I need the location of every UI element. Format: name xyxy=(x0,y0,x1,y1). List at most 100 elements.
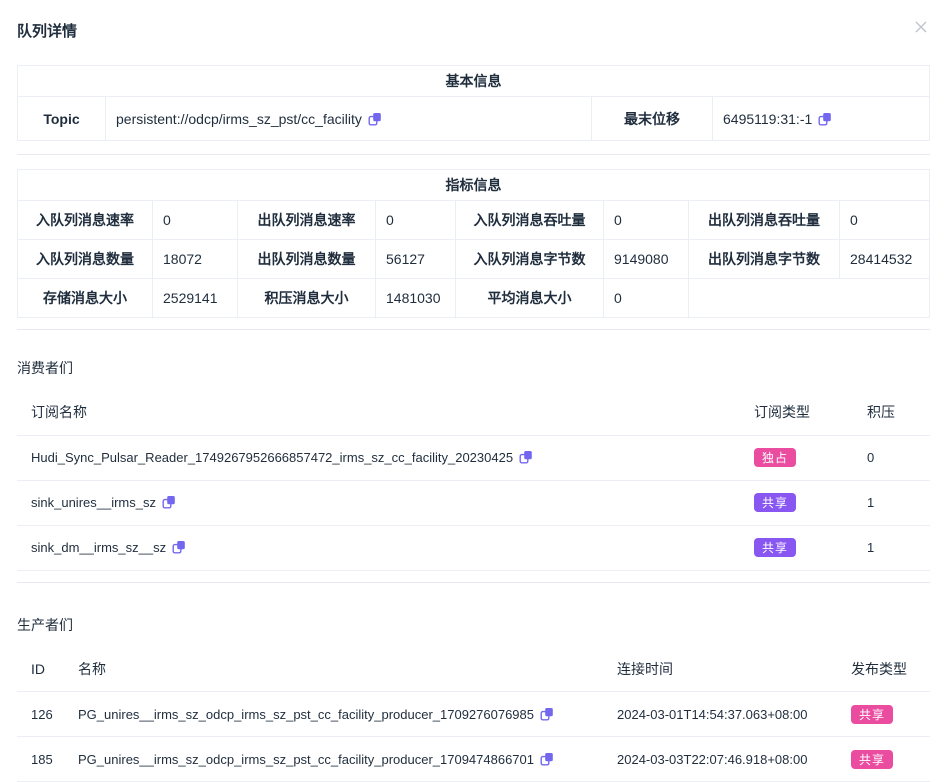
subscription-type-badge: 共享 xyxy=(754,493,796,512)
column-header-backlog: 积压 xyxy=(853,390,930,435)
topic-value-cell: persistent://odcp/irms_sz_pst/cc_facilit… xyxy=(106,97,592,141)
consumer-row: Hudi_Sync_Pulsar_Reader_1749267952666857… xyxy=(17,435,930,480)
consumer-row: sink_dm__irms_sz__sz 共享 1 xyxy=(17,525,930,570)
topic-label: Topic xyxy=(18,97,106,141)
metric-label: 出队列消息吞吐量 xyxy=(689,201,840,240)
table-row: Topic persistent://odcp/irms_sz_pst/cc_f… xyxy=(18,97,930,141)
column-header-subscription-type: 订阅类型 xyxy=(740,390,853,435)
publish-type-badge: 共享 xyxy=(851,750,893,769)
table-row: 入队列消息速率 0 出队列消息速率 0 入队列消息吞吐量 0 出队列消息吞吐量 … xyxy=(18,201,930,240)
dialog-header: 队列详情 xyxy=(17,0,930,41)
subscription-name-cell: sink_unires__irms_sz xyxy=(17,480,740,525)
metric-value: 28414532 xyxy=(840,240,930,279)
consumers-table-header: 订阅名称 订阅类型 积压 xyxy=(17,390,930,435)
consumers-table: 订阅名称 订阅类型 积压 Hudi_Sync_Pulsar_Reader_174… xyxy=(17,390,930,571)
producer-name-cell: PG_unires__irms_sz_odcp_irms_sz_pst_cc_f… xyxy=(64,692,603,737)
metric-label: 出队列消息字节数 xyxy=(689,240,840,279)
column-header-name: 名称 xyxy=(64,647,603,692)
metric-value: 56127 xyxy=(376,240,456,279)
column-header-id: ID xyxy=(17,647,64,692)
metric-label: 出队列消息数量 xyxy=(238,240,376,279)
subscription-type-badge: 独占 xyxy=(754,448,796,467)
consumers-section-title: 消费者们 xyxy=(17,358,930,378)
metric-value: 0 xyxy=(604,279,689,318)
producer-id-cell: 126 xyxy=(17,692,64,737)
metrics-table: 指标信息 入队列消息速率 0 出队列消息速率 0 入队列消息吞吐量 0 出队列消… xyxy=(17,169,930,318)
page-title: 队列详情 xyxy=(17,20,77,41)
subscription-name-cell: sink_dm__irms_sz__sz xyxy=(17,525,740,570)
metric-label: 出队列消息速率 xyxy=(238,201,376,240)
metrics-header: 指标信息 xyxy=(18,170,930,201)
copy-icon xyxy=(540,752,554,766)
metric-value: 18072 xyxy=(153,240,238,279)
publish-type-cell: 共享 xyxy=(837,737,930,782)
close-icon xyxy=(912,18,930,36)
metric-value: 0 xyxy=(604,201,689,240)
table-row: 入队列消息数量 18072 出队列消息数量 56127 入队列消息字节数 914… xyxy=(18,240,930,279)
close-button[interactable] xyxy=(912,18,930,36)
backlog-cell: 1 xyxy=(853,525,930,570)
producer-row: 126 PG_unires__irms_sz_odcp_irms_sz_pst_… xyxy=(17,692,930,737)
basic-info-header: 基本信息 xyxy=(18,66,930,97)
copy-offset-button[interactable] xyxy=(812,112,832,126)
metric-label: 入队列消息数量 xyxy=(18,240,153,279)
metric-label: 平均消息大小 xyxy=(456,279,604,318)
publish-type-badge: 共享 xyxy=(851,705,893,724)
table-row: 存储消息大小 2529141 积压消息大小 1481030 平均消息大小 0 xyxy=(18,279,930,318)
column-header-connect-time: 连接时间 xyxy=(603,647,837,692)
metric-value: 1481030 xyxy=(376,279,456,318)
last-offset-value: 6495119:31:-1 xyxy=(723,111,812,127)
subscription-type-badge: 共享 xyxy=(754,538,796,557)
empty-cell xyxy=(689,279,930,318)
subscription-type-cell: 共享 xyxy=(740,480,853,525)
producer-name: PG_unires__irms_sz_odcp_irms_sz_pst_cc_f… xyxy=(78,752,534,767)
connect-time-cell: 2024-03-01T14:54:37.063+08:00 xyxy=(603,692,837,737)
metric-label: 入队列消息吞吐量 xyxy=(456,201,604,240)
connect-time-cell: 2024-03-03T22:07:46.918+08:00 xyxy=(603,737,837,782)
backlog-cell: 1 xyxy=(853,480,930,525)
metric-value: 0 xyxy=(840,201,930,240)
topic-value: persistent://odcp/irms_sz_pst/cc_facilit… xyxy=(116,111,362,127)
copy-producer-button[interactable] xyxy=(534,707,554,721)
copy-icon xyxy=(519,450,533,464)
copy-subscription-button[interactable] xyxy=(156,495,176,509)
publish-type-cell: 共享 xyxy=(837,692,930,737)
copy-icon xyxy=(368,112,382,126)
metric-value: 0 xyxy=(153,201,238,240)
copy-subscription-button[interactable] xyxy=(513,450,533,464)
consumer-row: sink_unires__irms_sz 共享 1 xyxy=(17,480,930,525)
metric-value: 9149080 xyxy=(604,240,689,279)
producers-table-header: ID 名称 连接时间 发布类型 xyxy=(17,647,930,692)
subscription-name: Hudi_Sync_Pulsar_Reader_1749267952666857… xyxy=(31,450,513,465)
subscription-name: sink_unires__irms_sz xyxy=(31,495,156,510)
queue-detail-dialog: 队列详情 基本信息 Topic persistent://odcp/irms_s… xyxy=(0,0,947,782)
metric-label: 入队列消息字节数 xyxy=(456,240,604,279)
metric-label: 存储消息大小 xyxy=(18,279,153,318)
basic-info-table: 基本信息 Topic persistent://odcp/irms_sz_pst… xyxy=(17,65,930,141)
copy-icon xyxy=(818,112,832,126)
last-offset-label: 最末位移 xyxy=(592,97,713,141)
last-offset-value-cell: 6495119:31:-1 xyxy=(713,97,930,141)
column-header-publish-type: 发布类型 xyxy=(837,647,930,692)
metric-label: 积压消息大小 xyxy=(238,279,376,318)
subscription-type-cell: 共享 xyxy=(740,525,853,570)
subscription-name-cell: Hudi_Sync_Pulsar_Reader_1749267952666857… xyxy=(17,435,740,480)
subscription-type-cell: 独占 xyxy=(740,435,853,480)
copy-icon xyxy=(540,707,554,721)
producers-section-title: 生产者们 xyxy=(17,615,930,635)
copy-topic-button[interactable] xyxy=(362,112,382,126)
column-header-subscription-name: 订阅名称 xyxy=(17,390,740,435)
producer-name-cell: PG_unires__irms_sz_odcp_irms_sz_pst_cc_f… xyxy=(64,737,603,782)
subscription-name: sink_dm__irms_sz__sz xyxy=(31,540,166,555)
section-divider xyxy=(17,154,930,155)
producer-id-cell: 185 xyxy=(17,737,64,782)
metric-value: 0 xyxy=(376,201,456,240)
copy-icon xyxy=(172,540,186,554)
producer-row: 185 PG_unires__irms_sz_odcp_irms_sz_pst_… xyxy=(17,737,930,782)
copy-subscription-button[interactable] xyxy=(166,540,186,554)
copy-producer-button[interactable] xyxy=(534,752,554,766)
section-divider xyxy=(17,329,930,330)
producer-name: PG_unires__irms_sz_odcp_irms_sz_pst_cc_f… xyxy=(78,707,534,722)
metric-label: 入队列消息速率 xyxy=(18,201,153,240)
producers-table: ID 名称 连接时间 发布类型 126 PG_unires__irms_sz_o… xyxy=(17,647,930,782)
